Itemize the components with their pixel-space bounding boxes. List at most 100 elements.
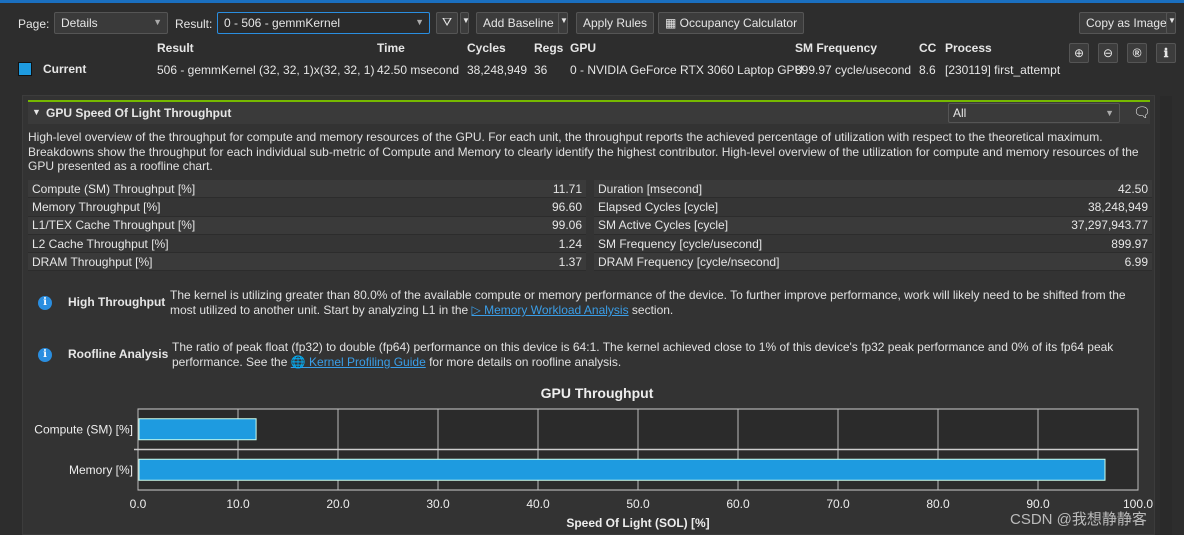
rule-text: The kernel is utilizing greater than 80.…: [170, 288, 1145, 318]
metric-name: DRAM Frequency [cycle/nsecond]: [598, 254, 780, 269]
chart-xlabel: Speed Of Light (SOL) [%]: [566, 516, 709, 530]
metric-name: Duration [msecond]: [598, 181, 703, 196]
apply-rules-button[interactable]: Apply Rules: [576, 12, 655, 34]
bar: [138, 418, 257, 441]
result-select-value: 0 - 506 - gemmKernel: [224, 16, 341, 30]
chevron-down-icon: ▼: [153, 17, 162, 27]
metric-name: L1/TEX Cache Throughput [%]: [32, 218, 196, 233]
metric-value: 96.60: [551, 199, 582, 214]
x-tick-label: 50.0: [626, 497, 650, 511]
current-process: [230119] first_attempt: [945, 63, 1061, 77]
result-select[interactable]: 0 - 506 - gemmKernel ▼: [217, 12, 430, 34]
col-regs: Regs: [534, 41, 564, 55]
chevron-down-icon: ▼: [1105, 108, 1114, 118]
current-result: 506 - gemmKernel (32, 32, 1)x(32, 32, 1): [157, 63, 375, 77]
copy-as-image-button[interactable]: Copy as Image: [1079, 12, 1174, 34]
section-header[interactable]: ▼ GPU Speed Of Light Throughput All ▼ 🗨: [28, 102, 1151, 124]
metric-row: Elapsed Cycles [cycle] 38,248,949: [594, 198, 1152, 217]
gpu-throughput-chart: GPU Throughput Speed Of Light (SOL) [%] …: [34, 385, 1153, 530]
x-tick-label: 10.0: [226, 497, 250, 511]
current-sm-frequency: 899.97 cycle/usecond: [795, 63, 912, 77]
metric-row: Duration [msecond] 42.50: [594, 180, 1152, 199]
reset-icon[interactable]: ®: [1127, 43, 1147, 63]
col-result: Result: [157, 41, 194, 55]
info-icon: i: [38, 296, 52, 310]
scrollbar[interactable]: [1160, 96, 1172, 535]
current-time: 42.50 msecond: [377, 63, 460, 77]
metric-value: 38,248,949: [1087, 199, 1148, 214]
metric-row: SM Active Cycles [cycle] 37,297,943.77: [594, 216, 1152, 235]
info-icon[interactable]: ℹ: [1156, 43, 1176, 63]
metric-value: 42.50: [1117, 181, 1148, 196]
chart-title: GPU Throughput: [541, 385, 654, 401]
metric-name: SM Active Cycles [cycle]: [598, 218, 729, 233]
page-select-value: Details: [61, 16, 98, 30]
x-tick-label: 40.0: [526, 497, 550, 511]
y-category-label: Memory [%]: [69, 463, 133, 477]
chevron-down-icon: ▼: [415, 17, 424, 27]
collapse-icon[interactable]: ▼: [32, 107, 41, 117]
rule-text-part: section.: [628, 303, 674, 317]
remove-icon[interactable]: ⊖: [1098, 43, 1118, 63]
bar: [138, 458, 1106, 481]
memory-workload-analysis-link[interactable]: ▷ Memory Workload Analysis: [472, 303, 629, 317]
occupancy-calculator-button[interactable]: ▦ Occupancy Calculator: [658, 12, 805, 34]
col-sm-frequency: SM Frequency: [795, 41, 878, 55]
copy-dropdown[interactable]: ▼: [1166, 12, 1176, 34]
calculator-icon: ▦: [665, 16, 680, 30]
current-regs: 36: [534, 63, 548, 77]
section-title: GPU Speed Of Light Throughput: [46, 106, 232, 120]
rule-text-part: for more details on roofline analysis.: [425, 355, 622, 369]
col-process: Process: [945, 41, 992, 55]
rule-title: Roofline Analysis: [68, 347, 169, 361]
metric-value: 11.71: [552, 181, 582, 196]
add-baseline-button[interactable]: Add Baseline: [476, 12, 561, 34]
x-tick-label: 0.0: [130, 497, 147, 511]
col-time: Time: [377, 41, 405, 55]
rule-text: The ratio of peak float (fp32) to double…: [172, 340, 1132, 370]
metric-row: Compute (SM) Throughput [%] 11.71: [28, 180, 586, 199]
occupancy-label: Occupancy Calculator: [679, 16, 798, 30]
col-cc: CC: [919, 41, 937, 55]
metric-name: Memory Throughput [%]: [32, 199, 161, 214]
section-description: High-level overview of the throughput fo…: [28, 130, 1139, 173]
filter-dropdown[interactable]: ▼: [460, 12, 470, 34]
y-category-label: Compute (SM) [%]: [34, 422, 133, 436]
add-icon[interactable]: ⊕: [1069, 43, 1089, 63]
col-gpu: GPU: [570, 41, 597, 55]
metric-row: DRAM Throughput [%] 1.37: [28, 253, 586, 272]
current-label: Current: [43, 62, 87, 76]
section-filter-value: All: [953, 106, 967, 120]
filter-button[interactable]: ⛛: [436, 12, 458, 34]
metric-value: 1.37: [558, 254, 582, 269]
col-cycles: Cycles: [467, 41, 506, 55]
result-label: Result:: [175, 17, 213, 31]
kernel-profiling-guide-link[interactable]: 🌐 Kernel Profiling Guide: [291, 355, 426, 369]
x-tick-label: 60.0: [726, 497, 750, 511]
metric-value: 37,297,943.77: [1071, 218, 1148, 233]
baseline-dropdown[interactable]: ▼: [558, 12, 568, 34]
metric-row: DRAM Frequency [cycle/nsecond] 6.99: [594, 253, 1152, 272]
metric-value: 99.06: [551, 218, 582, 233]
metric-row: L2 Cache Throughput [%] 1.24: [28, 234, 586, 254]
comment-icon[interactable]: 🗨: [1133, 104, 1151, 121]
rule-title: High Throughput: [68, 295, 166, 309]
metric-name: SM Frequency [cycle/usecond]: [598, 236, 763, 251]
current-gpu: 0 - NVIDIA GeForce RTX 3060 Laptop GPU: [570, 63, 804, 77]
x-tick-label: 70.0: [826, 497, 850, 511]
current-cc: 8.6: [919, 63, 936, 77]
metric-name: L2 Cache Throughput [%]: [32, 236, 169, 251]
info-icon: i: [38, 348, 52, 362]
x-tick-label: 80.0: [926, 497, 950, 511]
metric-name: Compute (SM) Throughput [%]: [32, 181, 196, 196]
page-label: Page:: [18, 17, 50, 31]
filter-icon: ⛛: [441, 15, 453, 29]
metric-name: DRAM Throughput [%]: [32, 254, 153, 269]
metrics-table-right: Duration [msecond] 42.50 Elapsed Cycles [c…: [594, 180, 1152, 272]
current-color-swatch: [18, 62, 32, 76]
x-tick-label: 30.0: [426, 497, 450, 511]
watermark: CSDN @我想静静客: [1010, 511, 1147, 528]
metric-value: 6.99: [1124, 254, 1148, 269]
page-select[interactable]: Details ▼: [54, 12, 168, 34]
section-filter-select[interactable]: All ▼: [948, 103, 1120, 123]
